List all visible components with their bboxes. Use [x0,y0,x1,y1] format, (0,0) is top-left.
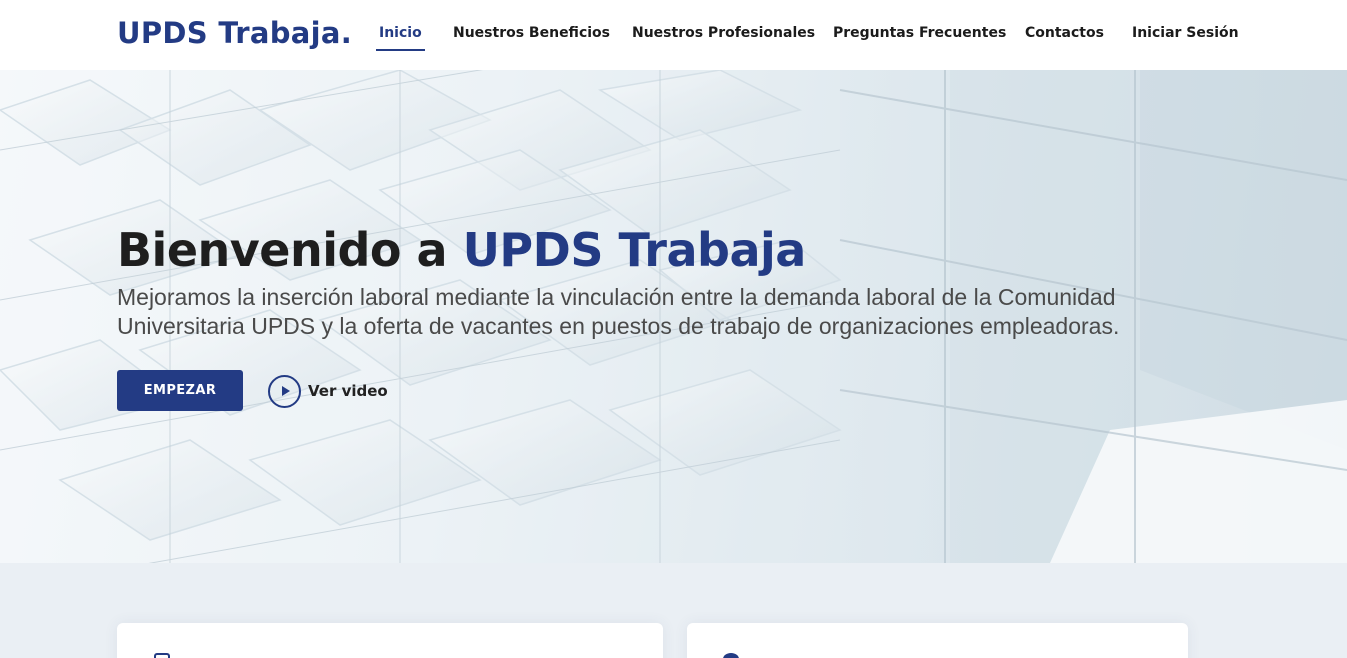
nav-preguntas[interactable]: Preguntas Frecuentes [833,25,1006,41]
hero-title-prefix: Bienvenido a [117,223,463,277]
feature-card-2 [687,623,1188,658]
nav-profesionales[interactable]: Nuestros Profesionales [632,25,815,41]
main-nav: Inicio Nuestros Beneficios Nuestros Prof… [0,25,1347,55]
nav-contactos[interactable]: Contactos [1025,25,1104,41]
start-button[interactable]: EMPEZAR [117,370,243,411]
hero-subtitle: Mejoramos la inserción laboral mediante … [117,284,1120,339]
feature-card-1 [117,623,663,658]
hero-section: Bienvenido a UPDS Trabaja Mejoramos la i… [0,70,1347,563]
briefcase-icon [154,653,170,658]
hero-title-brand: UPDS Trabaja [462,223,807,277]
site-header: UPDS Trabaja. Inicio Nuestros Beneficios… [0,0,1347,70]
watch-video-link[interactable]: Ver video [268,374,388,408]
nav-iniciar-sesion[interactable]: Iniciar Sesión [1132,25,1239,41]
play-icon[interactable] [268,374,301,408]
hero-title: Bienvenido a UPDS Trabaja [117,223,806,277]
nav-beneficios[interactable]: Nuestros Beneficios [453,25,610,41]
nav-inicio[interactable]: Inicio [376,25,425,51]
user-icon [723,653,739,658]
watch-video-label[interactable]: Ver video [308,382,388,400]
